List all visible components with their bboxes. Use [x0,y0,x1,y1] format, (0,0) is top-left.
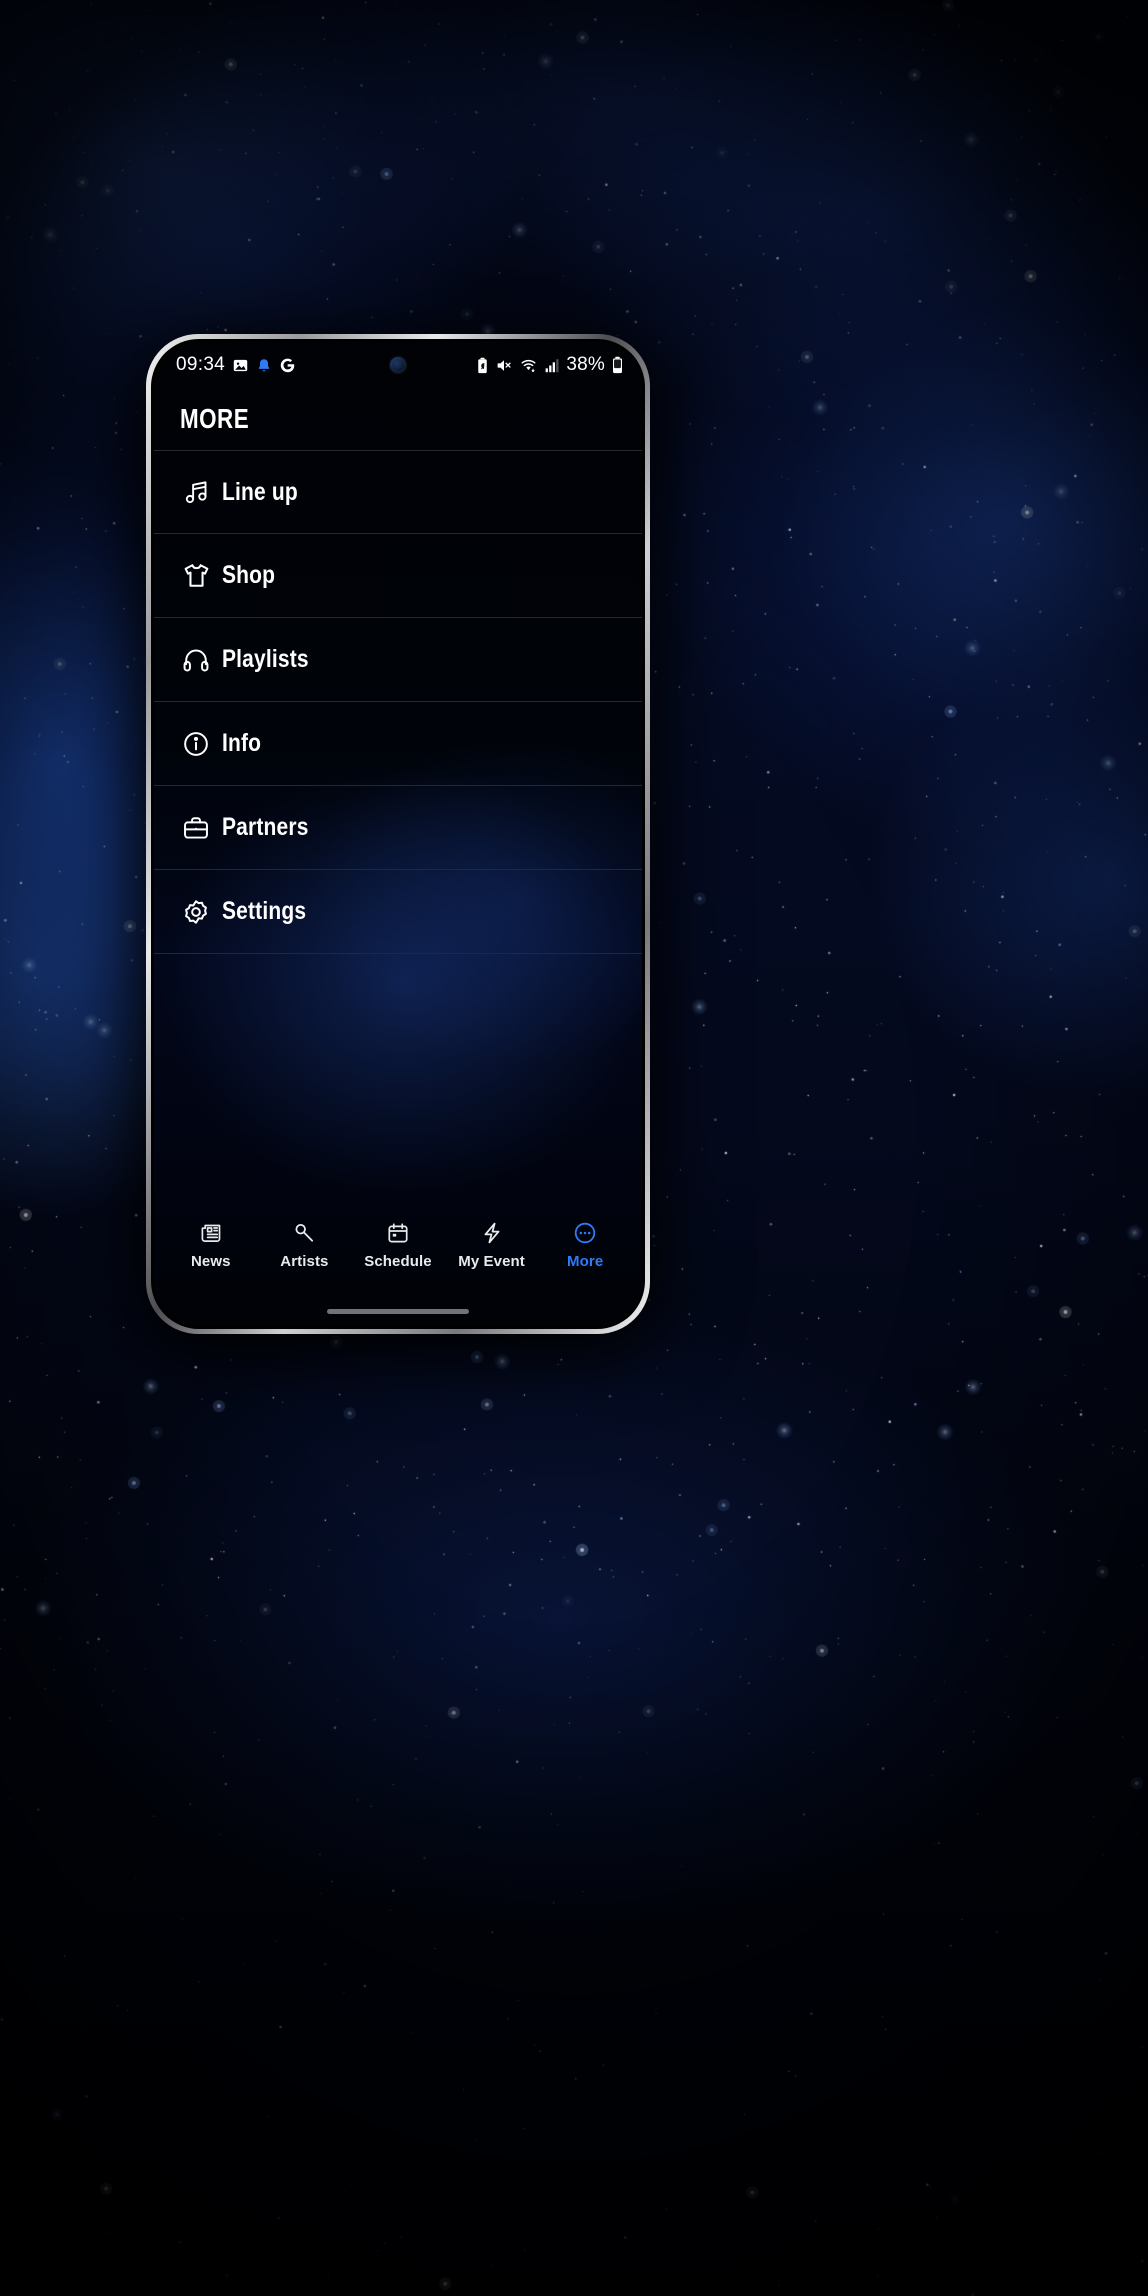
bottom-navigation-bar: News Artists Schedule My Event More [154,1220,642,1296]
headphones-icon [170,646,222,674]
status-bar-left: 09:34 [176,354,296,376]
calendar-icon [386,1220,410,1246]
newspaper-icon [199,1220,223,1246]
menu-item-settings[interactable]: Settings [154,870,642,954]
nav-item-artists[interactable]: Artists [258,1220,350,1270]
menu-item-playlists[interactable]: Playlists [154,618,642,702]
image-icon [232,357,249,374]
cellular-signal-icon [544,357,560,374]
menu-item-label: Playlists [222,645,309,673]
battery-icon [611,356,624,374]
menu-item-label: Line up [222,477,298,506]
microphone-icon [292,1220,316,1246]
nav-item-schedule[interactable]: Schedule [352,1220,444,1270]
nav-item-my-event[interactable]: My Event [446,1220,538,1270]
menu-item-label: Info [222,729,262,757]
nav-item-label: My Event [458,1253,525,1270]
tshirt-icon [170,561,222,590]
nav-item-label: Schedule [364,1253,432,1270]
briefcase-icon [170,814,222,842]
google-icon [279,357,296,374]
battery-percentage: 38% [566,354,605,375]
mute-icon [495,357,513,374]
gear-icon [170,898,222,926]
battery-saver-icon [476,357,489,374]
menu-item-line-up[interactable]: Line up [154,450,642,534]
menu-item-partners[interactable]: Partners [154,786,642,870]
phone-screen: 09:34 38% MORE Line up Shop Playlists In… [154,342,642,1326]
page-title: MORE [180,403,250,434]
nav-item-label: News [191,1253,231,1270]
more-menu-list: Line up Shop Playlists Info Partners Set… [154,450,642,954]
phone-bezel: 09:34 38% MORE Line up Shop Playlists In… [151,339,645,1329]
info-circle-icon [170,730,222,758]
menu-item-info[interactable]: Info [154,702,642,786]
gesture-navigation-bar[interactable] [327,1309,469,1314]
page-header: MORE [154,388,642,450]
menu-item-label: Settings [222,897,307,925]
more-circle-icon [573,1220,597,1246]
phone-device-frame: 09:34 38% MORE Line up Shop Playlists In… [146,334,650,1334]
nav-item-label: More [567,1253,604,1270]
nav-item-more[interactable]: More [539,1220,631,1270]
nav-item-label: Artists [280,1253,329,1270]
menu-item-shop[interactable]: Shop [154,534,642,618]
notification-bell-icon [256,357,272,374]
wifi-icon [519,357,538,374]
music-note-icon [170,479,222,506]
status-bar-clock: 09:34 [176,354,226,375]
status-bar-right: 38% [476,354,624,376]
lightning-icon [480,1220,504,1246]
front-camera-punch-hole [390,357,406,373]
menu-item-label: Shop [222,561,276,589]
menu-item-label: Partners [222,813,309,841]
nav-item-news[interactable]: News [165,1220,257,1270]
